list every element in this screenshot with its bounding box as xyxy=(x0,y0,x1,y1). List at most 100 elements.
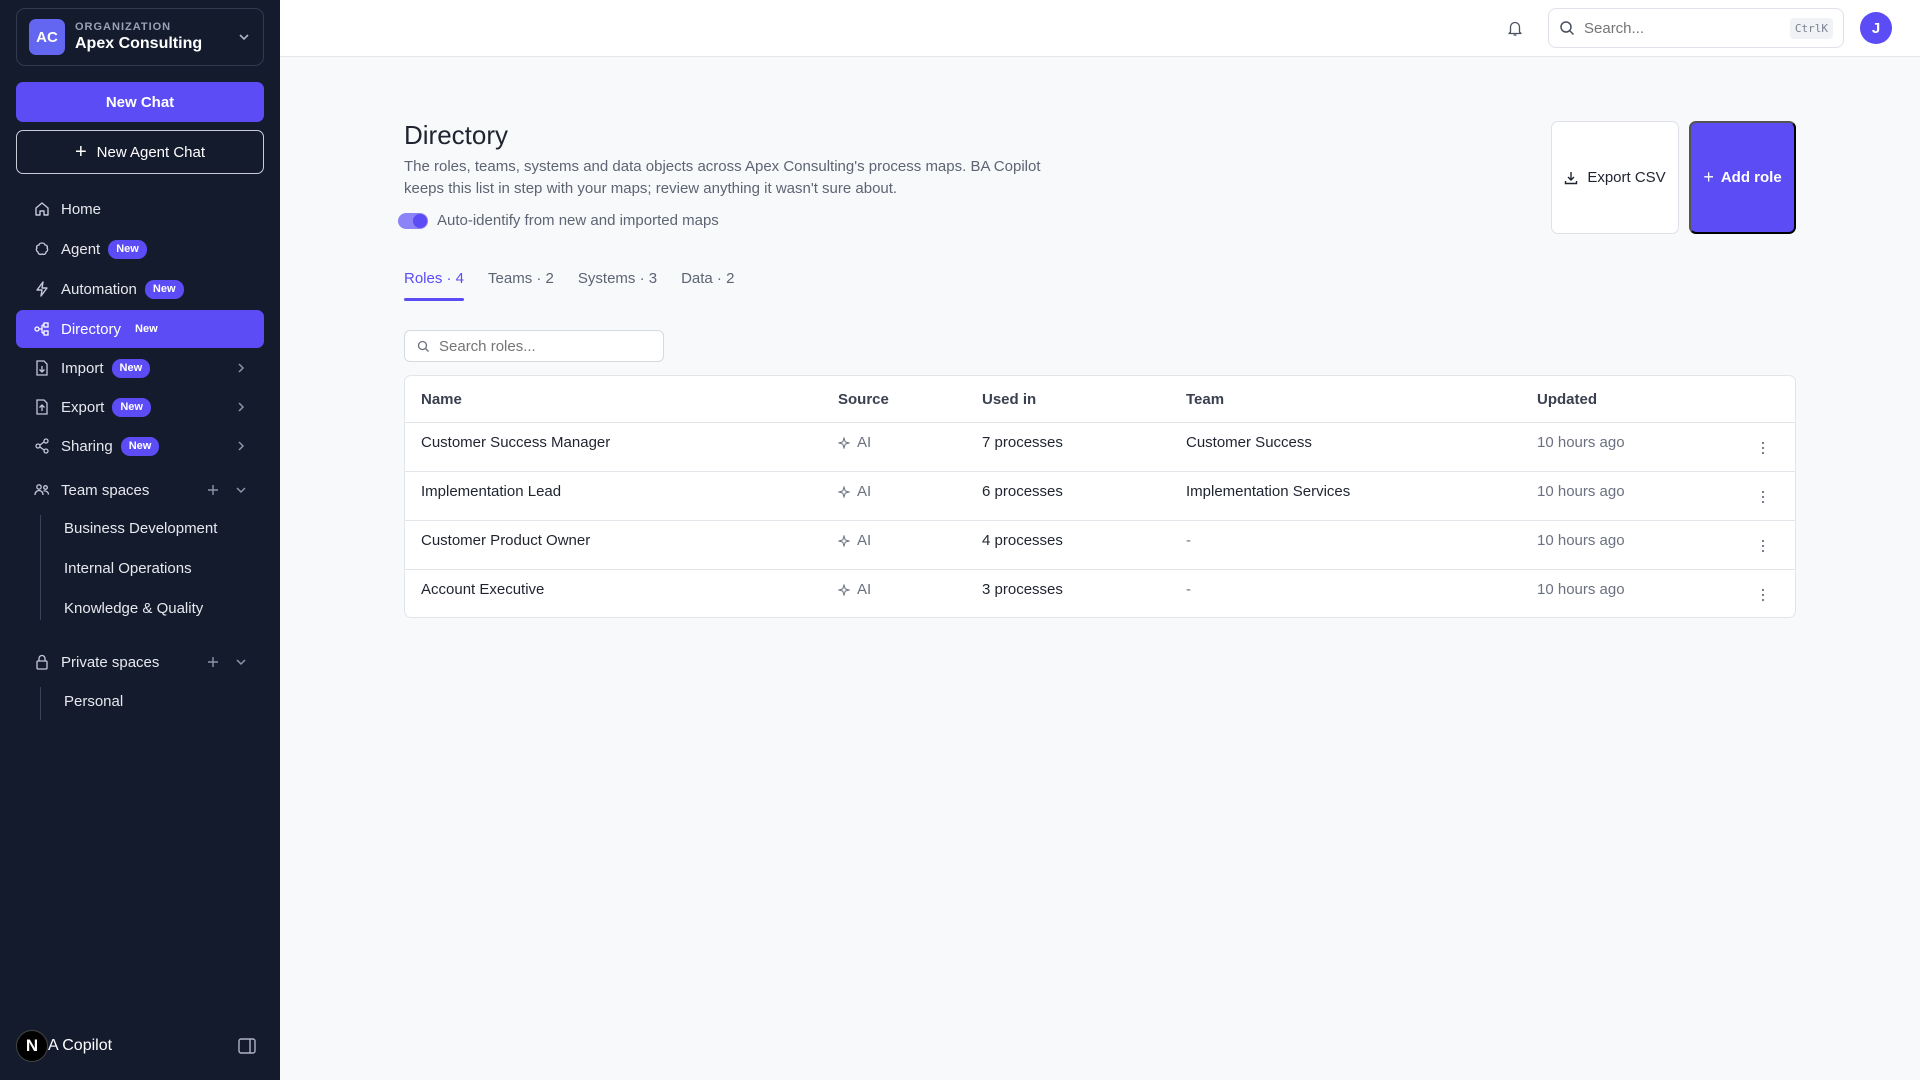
role-source-label: AI xyxy=(857,434,872,451)
directory-tabs: Roles · 4 Teams · 2 Systems · 3 Data · 2 xyxy=(404,270,758,301)
chevron-down-icon[interactable] xyxy=(234,655,248,669)
space-item-internal-operations[interactable]: Internal Operations xyxy=(64,560,192,577)
sidebar-item-label: Agent xyxy=(61,240,101,258)
role-used-in: 4 processes xyxy=(982,532,1063,549)
role-updated: 10 hours ago xyxy=(1537,483,1625,500)
role-name[interactable]: Customer Product Owner xyxy=(421,532,590,549)
org-avatar: AC xyxy=(29,19,65,55)
tree-line xyxy=(40,515,41,620)
table-row[interactable]: Implementation Lead AI 6 processes Imple… xyxy=(405,472,1795,521)
sidebar-item-import[interactable]: Import New xyxy=(16,349,264,387)
new-badge: New xyxy=(120,436,160,456)
sidebar-item-label: Import xyxy=(61,359,104,377)
sidebar-item-directory[interactable]: Directory New xyxy=(16,310,264,348)
role-team: Implementation Services xyxy=(1186,483,1351,500)
global-search-input[interactable] xyxy=(1584,19,1790,37)
chevron-down-icon xyxy=(239,34,249,41)
space-item-personal[interactable]: Personal xyxy=(64,693,123,710)
copilot-name: A Copilot xyxy=(48,1037,113,1054)
private-spaces-header[interactable]: Private spaces xyxy=(16,647,264,677)
plus-icon: + xyxy=(74,141,87,163)
role-source: AI xyxy=(838,434,871,451)
role-search[interactable] xyxy=(404,330,664,362)
auto-identify-row: Auto-identify from new and imported maps xyxy=(398,212,719,229)
more-vertical-icon[interactable] xyxy=(1757,440,1769,456)
role-name[interactable]: Implementation Lead xyxy=(421,483,561,500)
new-badge: New xyxy=(144,279,184,299)
file-export-icon xyxy=(36,399,48,415)
search-icon xyxy=(417,340,429,352)
table-row[interactable]: Account Executive AI 3 processes - 10 ho… xyxy=(405,570,1795,619)
role-source-label: AI xyxy=(857,483,872,500)
sidebar-item-label: Export xyxy=(61,398,105,416)
role-source: AI xyxy=(838,581,871,598)
new-agent-chat-label: New Agent Chat xyxy=(96,143,206,161)
column-header-updated[interactable]: Updated xyxy=(1537,391,1597,408)
lock-icon xyxy=(36,654,48,670)
sidebar-item-label: Home xyxy=(61,200,102,218)
tab-teams[interactable]: Teams · 2 xyxy=(488,270,554,301)
export-csv-button[interactable]: Export CSV xyxy=(1551,121,1679,234)
users-icon xyxy=(34,484,50,496)
tab-systems[interactable]: Systems · 3 xyxy=(578,270,657,301)
tab-roles[interactable]: Roles · 4 xyxy=(404,270,465,301)
user-avatar[interactable]: J xyxy=(1860,12,1892,44)
tree-line xyxy=(40,687,41,720)
tab-data[interactable]: Data · 2 xyxy=(681,270,734,301)
sparkle-icon xyxy=(838,583,850,596)
sidebar-toggle-icon[interactable] xyxy=(238,1038,256,1054)
space-item-business-development[interactable]: Business Development xyxy=(64,520,217,537)
sidebar-item-sharing[interactable]: Sharing New xyxy=(16,427,264,465)
chevron-down-icon[interactable] xyxy=(234,483,248,497)
shortcut-hint: CtrlK xyxy=(1789,17,1833,39)
role-name[interactable]: Customer Success Manager xyxy=(421,434,610,451)
directory-icon xyxy=(34,322,49,336)
table-row[interactable]: Customer Success Manager AI 7 processes … xyxy=(405,423,1795,472)
role-updated: 10 hours ago xyxy=(1537,581,1625,598)
home-icon xyxy=(35,202,49,216)
table-header: Name Source Used in Team Updated xyxy=(405,376,1795,423)
column-header-used-in[interactable]: Used in xyxy=(982,391,1036,408)
sidebar-item-agent[interactable]: Agent New xyxy=(16,230,264,268)
sparkle-icon xyxy=(838,436,850,449)
sidebar-item-automation[interactable]: Automation New xyxy=(16,270,264,308)
plus-icon[interactable] xyxy=(206,655,220,669)
copilot-footer[interactable]: N A Copilot xyxy=(16,1030,264,1062)
column-header-team[interactable]: Team xyxy=(1186,391,1224,408)
bell-icon[interactable] xyxy=(1506,19,1524,37)
auto-identify-toggle[interactable] xyxy=(398,212,428,229)
brain-icon xyxy=(35,242,49,256)
add-role-button[interactable]: + Add role xyxy=(1689,121,1796,234)
new-badge: New xyxy=(112,397,151,417)
more-vertical-icon[interactable] xyxy=(1757,538,1769,554)
new-agent-chat-button[interactable]: + New Agent Chat xyxy=(16,130,264,174)
sidebar-item-export[interactable]: Export New xyxy=(16,388,264,426)
more-vertical-icon[interactable] xyxy=(1757,489,1769,505)
copilot-logo: N xyxy=(16,1030,48,1062)
org-switcher[interactable]: AC ORGANIZATION Apex Consulting xyxy=(16,8,264,66)
role-name[interactable]: Account Executive xyxy=(421,581,544,598)
sidebar-item-label: Sharing xyxy=(61,437,113,455)
org-text: ORGANIZATION Apex Consulting xyxy=(75,21,237,53)
team-spaces-header[interactable]: Team spaces xyxy=(16,475,264,505)
role-team: - xyxy=(1186,581,1191,598)
global-search[interactable]: CtrlK xyxy=(1548,8,1844,48)
sidebar-item-home[interactable]: Home xyxy=(16,190,264,228)
column-header-name[interactable]: Name xyxy=(421,391,462,408)
search-icon xyxy=(1560,21,1575,36)
plus-icon[interactable] xyxy=(206,483,220,497)
role-used-in: 6 processes xyxy=(982,483,1063,500)
share-icon xyxy=(35,438,49,454)
top-bar: CtrlK J xyxy=(280,0,1920,57)
table-row[interactable]: Customer Product Owner AI 4 processes - … xyxy=(405,521,1795,570)
new-chat-button[interactable]: New Chat xyxy=(16,82,264,122)
space-item-knowledge-quality[interactable]: Knowledge & Quality xyxy=(64,600,203,617)
role-used-in: 3 processes xyxy=(982,581,1063,598)
sidebar-item-label: Automation xyxy=(61,280,137,298)
role-search-input[interactable] xyxy=(439,337,651,355)
file-import-icon xyxy=(36,360,48,376)
more-vertical-icon[interactable] xyxy=(1757,587,1769,603)
column-header-source[interactable]: Source xyxy=(838,391,889,408)
plus-icon: + xyxy=(1703,167,1714,187)
org-caption: ORGANIZATION xyxy=(75,21,172,33)
